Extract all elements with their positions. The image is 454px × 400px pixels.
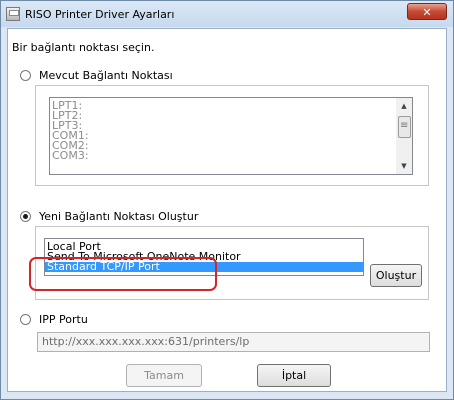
close-button[interactable]: ✕ [407, 3, 447, 20]
title-bar[interactable]: RISO Printer Driver Ayarları ✕ [1, 1, 453, 27]
existing-port-item[interactable]: COM1: [50, 130, 396, 141]
dialog-window: RISO Printer Driver Ayarları ✕ Bir bağla… [0, 0, 454, 400]
ipp-port-label: IPP Portu [39, 313, 88, 326]
instruction-text: Bir bağlantı noktası seçin. [12, 41, 155, 54]
ipp-url-field[interactable]: http://xxx.xxx.xxx.xxx:631/printers/lp [37, 332, 430, 352]
highlight-annotation [29, 257, 217, 291]
existing-port-item[interactable]: COM2: [50, 140, 396, 151]
ipp-port-option[interactable]: IPP Portu [20, 313, 88, 326]
scroll-up-arrow-icon[interactable]: ▲ [396, 98, 412, 114]
scroll-down-arrow-icon[interactable]: ▼ [396, 158, 412, 174]
existing-port-item[interactable]: COM3: [50, 150, 396, 161]
existing-port-radio[interactable] [20, 70, 31, 81]
new-port-option[interactable]: Yeni Bağlantı Noktası Oluştur [20, 210, 198, 223]
dialog-body: Bir bağlantı noktası seçin. Mevcut Bağla… [7, 28, 447, 392]
existing-port-item[interactable]: LPT3: [50, 120, 396, 131]
new-port-label: Yeni Bağlantı Noktası Oluştur [39, 210, 199, 223]
existing-port-item[interactable]: LPT2: [50, 110, 396, 121]
printer-app-icon [6, 7, 20, 21]
existing-port-list[interactable]: LPT1:LPT2:LPT3:COM1:COM2:COM3: ▲ ▼ [49, 97, 413, 175]
cancel-button[interactable]: İptal [257, 364, 331, 387]
existing-port-scrollbar[interactable]: ▲ ▼ [396, 98, 412, 174]
existing-port-option[interactable]: Mevcut Bağlantı Noktası [20, 69, 173, 82]
existing-port-item[interactable]: LPT1: [50, 100, 396, 111]
create-port-button[interactable]: Oluştur [370, 264, 422, 287]
new-port-group: Local Port Send To Microsoft OneNote Moni… [29, 226, 429, 300]
ipp-port-radio[interactable] [20, 314, 31, 325]
existing-port-group: LPT1:LPT2:LPT3:COM1:COM2:COM3: ▲ ▼ [35, 85, 429, 186]
existing-port-label: Mevcut Bağlantı Noktası [39, 69, 173, 82]
scroll-thumb[interactable] [398, 116, 411, 138]
window-title: RISO Printer Driver Ayarları [25, 8, 175, 21]
new-port-radio[interactable] [20, 211, 31, 222]
ok-button[interactable]: Tamam [126, 364, 202, 387]
